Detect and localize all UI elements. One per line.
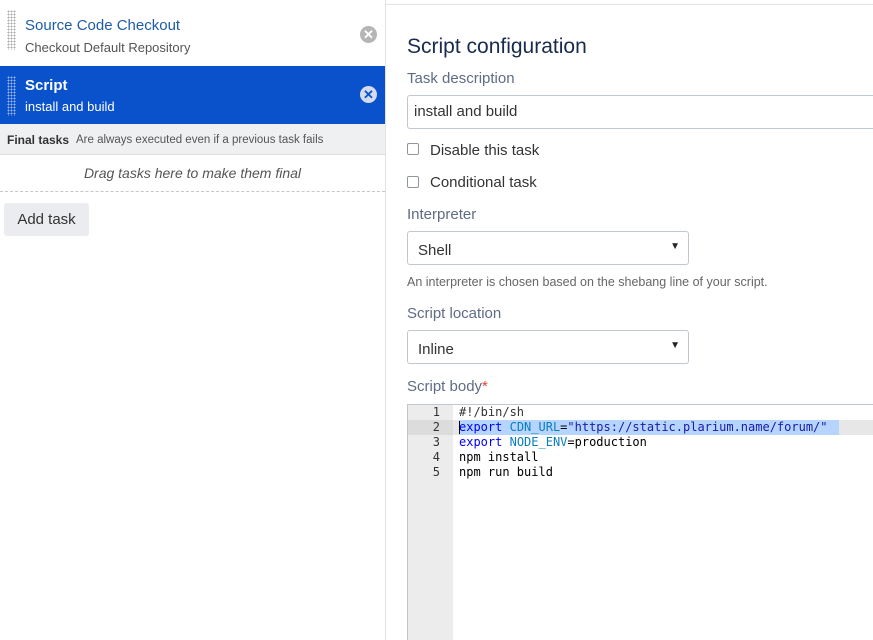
final-tasks-label: Final tasks	[7, 133, 70, 147]
command: npm install	[459, 450, 539, 464]
line-number: 2	[432, 420, 440, 434]
interpreter-value: Shell	[418, 242, 452, 259]
script-location-value: Inline	[418, 341, 454, 358]
code-line-4[interactable]: npm install	[459, 450, 538, 464]
script-location-label: Script location	[407, 305, 502, 322]
text-cursor	[459, 421, 460, 434]
task-subtitle: install and build	[25, 99, 115, 114]
variable: NODE_ENV	[509, 435, 568, 449]
line-number: 4	[432, 450, 440, 464]
page-title: Script configuration	[407, 35, 587, 58]
chevron-down-icon: ▼	[670, 241, 680, 252]
conditional-task-checkbox[interactable]	[407, 176, 419, 188]
line-number: 5	[432, 465, 440, 479]
task-title[interactable]: Source Code Checkout	[25, 17, 180, 34]
interpreter-label: Interpreter	[407, 206, 477, 223]
drag-handle-icon[interactable]	[7, 76, 16, 116]
task-source-code-checkout[interactable]: Source Code Checkout Checkout Default Re…	[0, 0, 385, 58]
interpreter-help: An interpreter is chosen based on the sh…	[407, 275, 768, 289]
script-location-select[interactable]: Inline ▼	[407, 330, 689, 364]
panel-divider	[385, 0, 386, 640]
top-border	[386, 4, 873, 5]
required-mark: *	[482, 378, 488, 395]
value: =production	[567, 435, 647, 449]
drag-handle-icon[interactable]	[7, 10, 16, 50]
script-body-label: Script body*	[407, 378, 488, 395]
keyword: export	[459, 420, 503, 434]
task-script[interactable]: Script install and build ✕	[0, 66, 385, 124]
task-description-label: Task description	[407, 70, 515, 87]
line-number: 3	[432, 435, 440, 449]
interpreter-select[interactable]: Shell ▼	[407, 231, 689, 265]
task-subtitle: Checkout Default Repository	[25, 40, 191, 55]
shebang: #!/bin/sh	[459, 405, 525, 419]
disable-task-checkbox[interactable]	[407, 143, 419, 155]
delete-task-icon[interactable]: ✕	[360, 26, 377, 43]
variable: CDN_URL	[509, 420, 561, 434]
code-line-5[interactable]: npm run build	[459, 465, 553, 479]
command: npm run build	[459, 465, 553, 479]
final-tasks-drop-zone[interactable]: Drag tasks here to make them final	[0, 155, 385, 192]
task-list-panel: Source Code Checkout Checkout Default Re…	[0, 0, 385, 640]
code-editor[interactable]: 1 2 3 4 5 #!/bin/sh export CDN_URL="http…	[407, 404, 873, 640]
code-line-2[interactable]: export CDN_URL="https://static.plarium.n…	[459, 420, 828, 434]
task-description-input[interactable]: install and build	[407, 95, 873, 129]
drop-hint: Drag tasks here to make them final	[83, 165, 302, 181]
task-title[interactable]: Script	[25, 77, 68, 94]
final-tasks-description: Are always executed even if a previous t…	[76, 134, 324, 146]
line-number: 1	[432, 405, 440, 419]
delete-task-icon[interactable]: ✕	[360, 86, 377, 103]
code-line-1[interactable]: #!/bin/sh	[459, 405, 524, 419]
script-body-label-text: Script body	[407, 378, 483, 395]
add-task-button[interactable]: Add task	[4, 203, 89, 236]
final-tasks-header: Final tasks Are always executed even if …	[0, 124, 385, 155]
conditional-task-label[interactable]: Conditional task	[430, 174, 537, 191]
code-line-3[interactable]: export NODE_ENV=production	[459, 435, 647, 449]
string: "https://static.plarium.name/forum/"	[567, 420, 828, 434]
chevron-down-icon: ▼	[670, 340, 680, 351]
keyword: export	[459, 435, 503, 449]
disable-task-label[interactable]: Disable this task	[430, 142, 539, 159]
